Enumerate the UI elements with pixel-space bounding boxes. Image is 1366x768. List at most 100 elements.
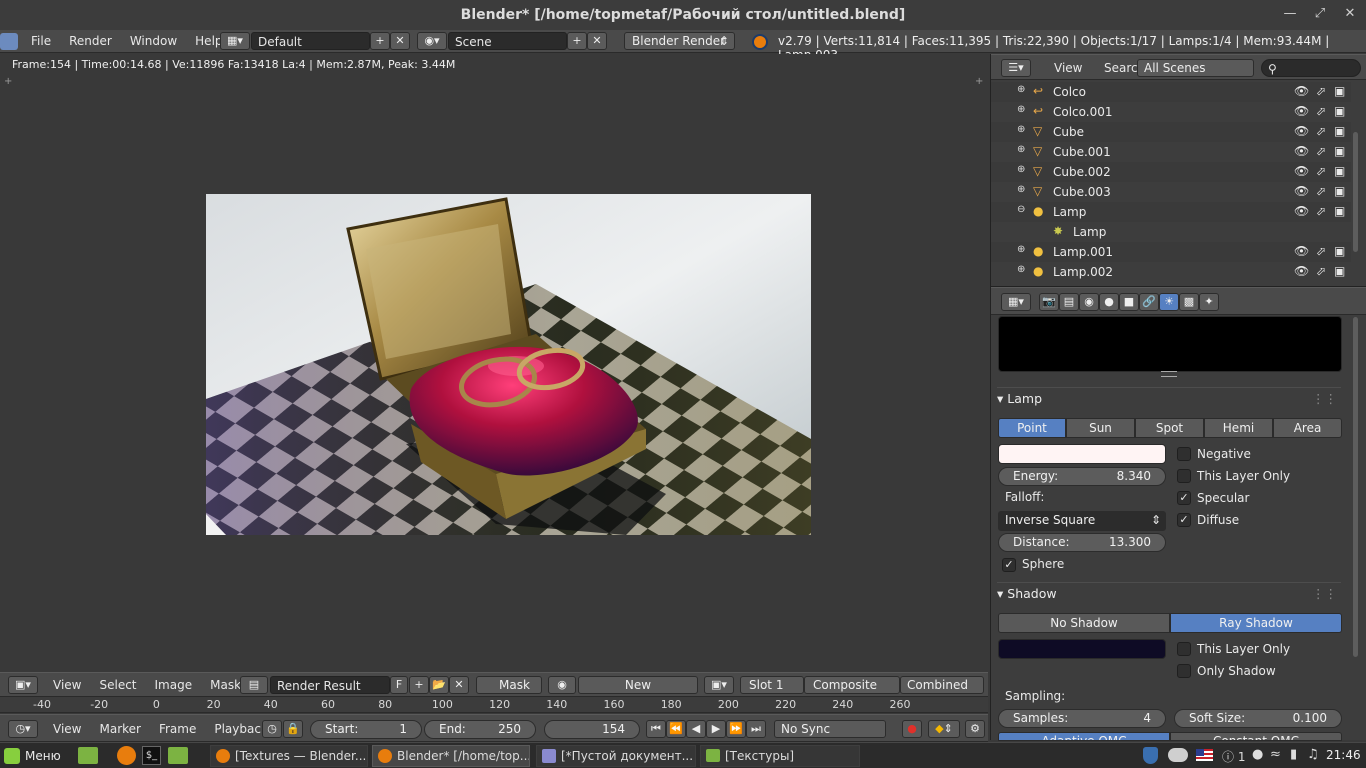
camera-icon[interactable]: ▣ bbox=[1334, 184, 1345, 198]
expand-icon[interactable]: ⊕ bbox=[1017, 104, 1025, 115]
object-name[interactable]: Lamp bbox=[1073, 225, 1106, 239]
scene-icon[interactable]: ◉▾ bbox=[417, 32, 447, 50]
shadow-panel-header[interactable]: ▾ Shadow ⋮⋮ bbox=[997, 582, 1341, 604]
lamp-data-tab-icon[interactable]: ☀ bbox=[1159, 293, 1179, 311]
lamp-color-swatch[interactable] bbox=[998, 444, 1166, 464]
cursor-icon[interactable]: ⬀ bbox=[1316, 164, 1326, 178]
eye-icon[interactable]: 👁 bbox=[1294, 264, 1309, 278]
this-layer-only-checkbox[interactable] bbox=[1177, 469, 1191, 483]
eye-icon[interactable]: 👁 bbox=[1294, 204, 1309, 218]
camera-icon[interactable]: ▣ bbox=[1334, 204, 1345, 218]
object-name[interactable]: Cube bbox=[1053, 125, 1084, 139]
outliner-row[interactable]: ⊕ ▽ Cube.002 👁 ⬀ ▣ bbox=[991, 162, 1351, 182]
start-frame-field[interactable]: Start: 1 bbox=[310, 720, 422, 739]
expand-icon[interactable]: ⊖ bbox=[1017, 204, 1025, 215]
distance-field[interactable]: Distance: 13.300 bbox=[998, 533, 1166, 552]
scene-remove-icon[interactable]: ✕ bbox=[587, 32, 607, 50]
start-menu-button[interactable]: Меню bbox=[4, 746, 61, 766]
energy-field[interactable]: Energy: 8.340 bbox=[998, 467, 1166, 486]
outliner-row[interactable]: ⊕ ↩ Colco.001 👁 ⬀ ▣ bbox=[991, 102, 1351, 122]
panel-grip-icon[interactable]: ⋮⋮ bbox=[1312, 583, 1337, 605]
expand-icon[interactable]: ⊕ bbox=[1017, 84, 1025, 95]
jump-end-icon[interactable]: ⏭ bbox=[746, 720, 766, 738]
shield-icon[interactable] bbox=[1143, 747, 1158, 764]
corner-plus-icon[interactable]: + bbox=[975, 76, 983, 87]
play-icon[interactable]: ▶ bbox=[706, 720, 726, 738]
object-name[interactable]: Lamp bbox=[1053, 205, 1086, 219]
texture-tab-icon[interactable]: ▩ bbox=[1179, 293, 1199, 311]
menu-frame[interactable]: Frame bbox=[150, 718, 205, 740]
terminal-launcher-icon[interactable]: $_ bbox=[142, 746, 161, 765]
ray-shadow-toggle[interactable]: Ray Shadow bbox=[1170, 613, 1342, 633]
expand-icon[interactable]: ⊕ bbox=[1017, 244, 1025, 255]
cursor-icon[interactable]: ⬀ bbox=[1316, 264, 1326, 278]
image-unlink-icon[interactable]: ✕ bbox=[449, 676, 469, 694]
editor-type-icon[interactable] bbox=[0, 33, 18, 50]
lamp-panel-header[interactable]: ▾ Lamp ⋮⋮ bbox=[997, 387, 1341, 409]
cloud-icon[interactable] bbox=[1168, 748, 1188, 762]
expand-icon[interactable]: ⊕ bbox=[1017, 124, 1025, 135]
outliner-search-field[interactable]: ⚲ bbox=[1261, 59, 1361, 77]
menu-image[interactable]: Image bbox=[146, 674, 202, 696]
layout-remove-icon[interactable]: ✕ bbox=[390, 32, 410, 50]
mask-new-button[interactable]: New bbox=[578, 676, 698, 694]
image-name-field[interactable]: Render Result bbox=[270, 676, 390, 694]
outliner-row[interactable]: ⊕ ● Lamp.002 👁 ⬀ ▣ bbox=[991, 262, 1351, 282]
only-shadow-checkbox[interactable] bbox=[1177, 664, 1191, 678]
menu-file[interactable]: File bbox=[22, 30, 60, 53]
eye-icon[interactable]: 👁 bbox=[1294, 144, 1309, 158]
display-mode-dropdown[interactable]: All Scenes bbox=[1137, 59, 1254, 77]
user-icon[interactable]: ● bbox=[1252, 747, 1263, 762]
constant-qmc-toggle[interactable]: Constant QMC bbox=[1170, 732, 1342, 741]
outliner-row[interactable]: ⊕ ▽ Cube.003 👁 ⬀ ▣ bbox=[991, 182, 1351, 202]
layout-icon[interactable]: ▦▾ bbox=[220, 32, 250, 50]
falloff-dropdown[interactable]: Inverse Square ⇕ bbox=[998, 511, 1166, 531]
samples-field[interactable]: Samples: 4 bbox=[998, 709, 1166, 728]
cursor-icon[interactable]: ⬀ bbox=[1316, 124, 1326, 138]
camera-icon[interactable]: ▣ bbox=[1334, 124, 1345, 138]
object-tab-icon[interactable]: ■ bbox=[1119, 293, 1139, 311]
minimize-button[interactable]: — bbox=[1275, 0, 1305, 30]
keyframe-type-icon[interactable]: ⚙ bbox=[965, 720, 985, 738]
camera-icon[interactable]: ▣ bbox=[1334, 84, 1345, 98]
layout-add-icon[interactable]: + bbox=[370, 32, 390, 50]
corner-plus-icon[interactable]: + bbox=[4, 76, 12, 87]
us-flag-icon[interactable] bbox=[1196, 749, 1213, 761]
task-text-editor[interactable]: [*Пустой документ... bbox=[536, 745, 696, 767]
expand-icon[interactable]: ⊕ bbox=[1017, 144, 1025, 155]
battery-icon[interactable]: ▮ bbox=[1290, 747, 1297, 762]
eye-icon[interactable]: 👁 bbox=[1294, 244, 1309, 258]
lamp-type-sun[interactable]: Sun bbox=[1066, 418, 1135, 438]
layer-dropdown[interactable]: Composite bbox=[804, 676, 900, 694]
editor-type-image-icon[interactable]: ▣▾ bbox=[8, 676, 38, 694]
expand-icon[interactable]: ⊕ bbox=[1017, 184, 1025, 195]
camera-icon[interactable]: ▣ bbox=[1334, 264, 1345, 278]
clock[interactable]: 21:46 bbox=[1326, 748, 1361, 762]
show-desktop-icon[interactable] bbox=[78, 747, 98, 764]
outliner-row[interactable]: ⊕ ↩ Colco 👁 ⬀ ▣ bbox=[991, 82, 1351, 102]
outliner-row[interactable]: ⊕ ▽ Cube 👁 ⬀ ▣ bbox=[991, 122, 1351, 142]
cursor-icon[interactable]: ⬀ bbox=[1316, 184, 1326, 198]
camera-icon[interactable]: ▣ bbox=[1334, 144, 1345, 158]
sphere-checkbox[interactable]: ✓ bbox=[1002, 558, 1016, 572]
notification-area[interactable]: ⓘ 1 bbox=[1222, 748, 1245, 765]
camera-icon[interactable]: ▣ bbox=[1334, 164, 1345, 178]
negative-checkbox[interactable] bbox=[1177, 447, 1191, 461]
constraints-tab-icon[interactable]: 🔗 bbox=[1139, 293, 1159, 311]
cursor-icon[interactable]: ⬀ bbox=[1316, 144, 1326, 158]
panel-grip-icon[interactable]: ⋮⋮ bbox=[1312, 388, 1337, 410]
object-name[interactable]: Colco bbox=[1053, 85, 1086, 99]
wifi-icon[interactable]: ≈ bbox=[1270, 747, 1281, 762]
expand-icon[interactable]: ⊕ bbox=[1017, 264, 1025, 275]
no-shadow-toggle[interactable]: No Shadow bbox=[998, 613, 1170, 633]
lamp-type-point[interactable]: Point bbox=[998, 418, 1066, 438]
render-engine-dropdown[interactable]: Blender Render ⇕ bbox=[624, 32, 735, 50]
current-frame-field[interactable]: 154 bbox=[544, 720, 640, 739]
lamp-type-hemi[interactable]: Hemi bbox=[1204, 418, 1273, 438]
mask-mode-dropdown[interactable]: Mask bbox=[476, 676, 542, 694]
fake-user-button[interactable]: F bbox=[390, 676, 408, 694]
eye-icon[interactable]: 👁 bbox=[1294, 184, 1309, 198]
slot-dropdown[interactable]: Slot 1 bbox=[740, 676, 804, 694]
cursor-icon[interactable]: ⬀ bbox=[1316, 204, 1326, 218]
end-frame-field[interactable]: End: 250 bbox=[424, 720, 536, 739]
